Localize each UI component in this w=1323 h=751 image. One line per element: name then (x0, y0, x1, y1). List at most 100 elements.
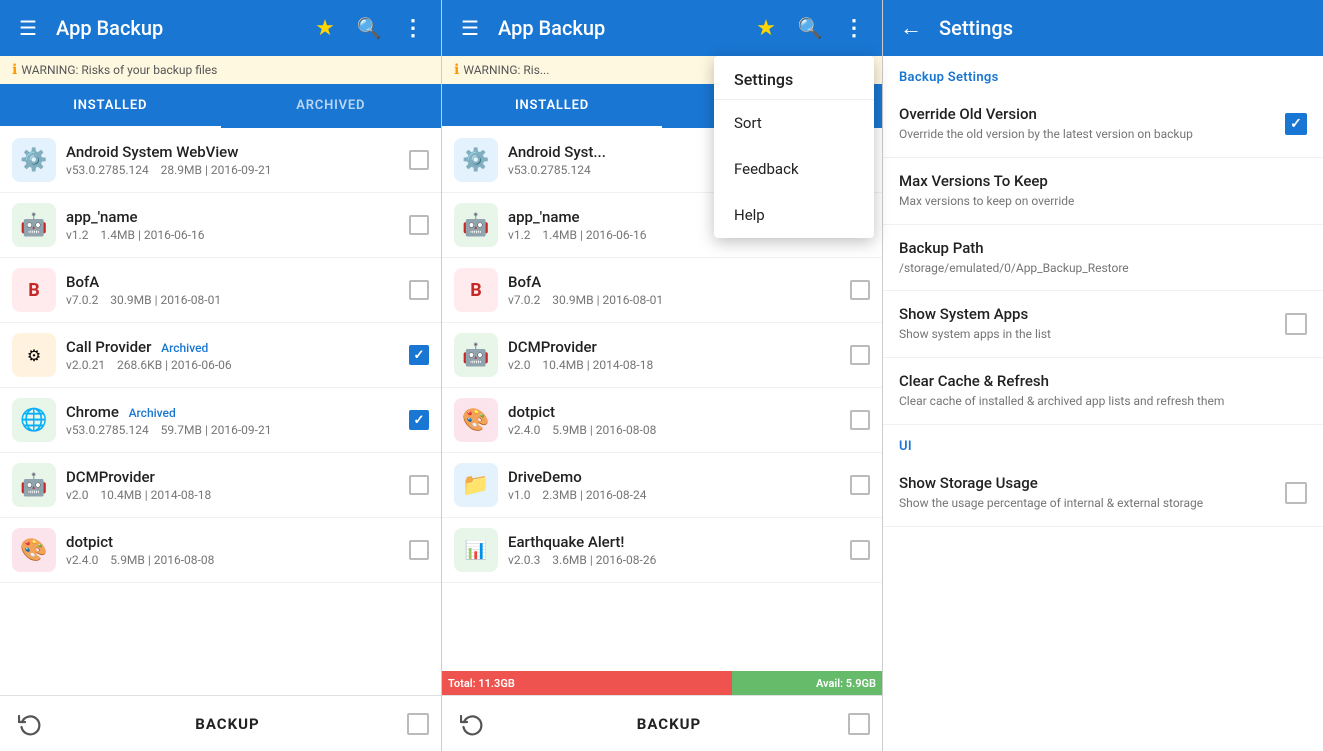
app-info: Earthquake Alert! v2.0.3 3.6MB | 2016-08… (508, 533, 840, 567)
search-icon-2[interactable]: 🔍 (794, 12, 826, 44)
app-name: dotpict (508, 403, 840, 421)
select-all-checkbox-2[interactable] (848, 713, 870, 735)
app-icon: 📊 (454, 528, 498, 572)
dropdown-item-sort[interactable]: Sort (714, 100, 874, 146)
menu-icon-2[interactable]: ☰ (454, 12, 486, 44)
list-item: 🤖 DCMProvider v2.0 10.4MB | 2014-08-18 (442, 323, 882, 388)
app-checkbox[interactable] (850, 475, 870, 495)
app-checkbox[interactable] (850, 345, 870, 365)
settings-item-text: Override Old Version Override the old ve… (899, 105, 1273, 143)
more-icon[interactable]: ⋮ (397, 12, 429, 44)
dropdown-menu: Settings Sort Feedback Help (714, 56, 874, 238)
app-info: DCMProvider v2.0 10.4MB | 2014-08-18 (508, 338, 840, 372)
app-checkbox[interactable] (409, 410, 429, 430)
systemapps-checkbox[interactable] (1285, 313, 1307, 335)
app-icon: B (12, 268, 56, 312)
app-meta: v2.4.0 5.9MB | 2016-08-08 (66, 553, 399, 567)
search-icon[interactable]: 🔍 (353, 12, 385, 44)
app-badge: Archived (129, 406, 176, 420)
list-item: B BofA v7.0.2 30.9MB | 2016-08-01 (442, 258, 882, 323)
app-name: Call Provider Archived (66, 338, 399, 356)
panel-app-list-with-menu: ☰ App Backup ★ 🔍 ⋮ ℹ WARNING: Ris... INS… (441, 0, 882, 751)
settings-item-title: Backup Path (899, 239, 1307, 257)
app-info: Chrome Archived v53.0.2785.124 59.7MB | … (66, 403, 399, 437)
settings-item-clearcache[interactable]: Clear Cache & Refresh Clear cache of ins… (883, 358, 1323, 425)
app-icon: 🎨 (454, 398, 498, 442)
more-icon-2[interactable]: ⋮ (838, 12, 870, 44)
app-meta: v1.2 1.4MB | 2016-06-16 (66, 228, 399, 242)
star-icon-2[interactable]: ★ (750, 12, 782, 44)
app-checkbox[interactable] (409, 475, 429, 495)
warning-icon-2: ℹ (454, 62, 459, 78)
app-meta: v7.0.2 30.9MB | 2016-08-01 (66, 293, 399, 307)
settings-item-maxversions: Max Versions To Keep Max versions to kee… (883, 158, 1323, 225)
dropdown-item-help[interactable]: Help (714, 192, 874, 238)
app-checkbox[interactable] (409, 540, 429, 560)
app-info: app_'name v1.2 1.4MB | 2016-06-16 (66, 208, 399, 242)
menu-icon[interactable]: ☰ (12, 12, 44, 44)
tabs: INSTALLED ARCHIVED (0, 84, 441, 128)
settings-item-title: Clear Cache & Refresh (899, 372, 1307, 390)
app-meta: v2.0.3 3.6MB | 2016-08-26 (508, 553, 840, 567)
override-checkbox[interactable] (1285, 113, 1307, 135)
warning-icon: ℹ (12, 62, 17, 78)
app-name: DCMProvider (508, 338, 840, 356)
settings-item-override: Override Old Version Override the old ve… (883, 91, 1323, 158)
settings-item-text: Clear Cache & Refresh Clear cache of ins… (899, 372, 1307, 410)
storageusage-checkbox[interactable] (1285, 482, 1307, 504)
topbar-2: ☰ App Backup ★ 🔍 ⋮ (442, 0, 882, 56)
settings-item-text: Show Storage Usage Show the usage percen… (899, 474, 1273, 512)
app-checkbox[interactable] (850, 410, 870, 430)
settings-item-title: Override Old Version (899, 105, 1273, 123)
app-icon: 🤖 (454, 203, 498, 247)
app-icon: 🤖 (12, 203, 56, 247)
settings-item-desc: Show system apps in the list (899, 326, 1273, 343)
app-checkbox[interactable] (409, 150, 429, 170)
app-meta: v2.0.21 268.6KB | 2016-06-06 (66, 358, 399, 372)
app-checkbox[interactable] (850, 280, 870, 300)
storage-used-label: Total: 11.3GB (442, 671, 732, 695)
app-meta: v53.0.2785.124 59.7MB | 2016-09-21 (66, 423, 399, 437)
bottom-bar-2: BACKUP (442, 695, 882, 751)
app-meta: v1.0 2.3MB | 2016-08-24 (508, 488, 840, 502)
refresh-button-2[interactable] (454, 706, 490, 742)
app-name: DriveDemo (508, 468, 840, 486)
settings-item-storageusage: Show Storage Usage Show the usage percen… (883, 460, 1323, 527)
app-name: dotpict (66, 533, 399, 551)
warning-text-2: WARNING: Ris... (463, 63, 549, 77)
tab-installed-2[interactable]: INSTALLED (442, 84, 662, 128)
app-info: DriveDemo v1.0 2.3MB | 2016-08-24 (508, 468, 840, 502)
refresh-button[interactable] (12, 706, 48, 742)
select-all-checkbox[interactable] (407, 713, 429, 735)
settings-topbar: ← Settings (883, 0, 1323, 56)
app-name: Android System WebView (66, 143, 399, 161)
warning-bar: ℹ WARNING: Risks of your backup files (0, 56, 441, 84)
backup-button[interactable]: BACKUP (56, 706, 399, 742)
app-name: BofA (508, 273, 840, 291)
settings-item-text: Backup Path /storage/emulated/0/App_Back… (899, 239, 1307, 277)
settings-item-path: /storage/emulated/0/App_Backup_Restore (899, 260, 1307, 277)
star-icon[interactable]: ★ (309, 12, 341, 44)
dropdown-item-feedback[interactable]: Feedback (714, 146, 874, 192)
backup-button-2[interactable]: BACKUP (498, 706, 840, 742)
app-checkbox[interactable] (850, 540, 870, 560)
tab-installed[interactable]: INSTALLED (0, 84, 221, 128)
app-checkbox[interactable] (409, 280, 429, 300)
app-icon: 🤖 (12, 463, 56, 507)
app-checkbox[interactable] (409, 345, 429, 365)
warning-text: WARNING: Risks of your backup files (21, 63, 217, 77)
app-info: BofA v7.0.2 30.9MB | 2016-08-01 (508, 273, 840, 307)
settings-item-backuppath: Backup Path /storage/emulated/0/App_Back… (883, 225, 1323, 292)
app-info: BofA v7.0.2 30.9MB | 2016-08-01 (66, 273, 399, 307)
back-button[interactable]: ← (895, 12, 927, 44)
app-info: Android System WebView v53.0.2785.124 28… (66, 143, 399, 177)
app-icon: 🤖 (454, 333, 498, 377)
list-item: 📊 Earthquake Alert! v2.0.3 3.6MB | 2016-… (442, 518, 882, 583)
settings-item-title: Show System Apps (899, 305, 1273, 323)
app-info: Call Provider Archived v2.0.21 268.6KB |… (66, 338, 399, 372)
app-checkbox[interactable] (409, 215, 429, 235)
tab-archived[interactable]: ARCHIVED (221, 84, 442, 128)
settings-item-text: Show System Apps Show system apps in the… (899, 305, 1273, 343)
list-item: 📁 DriveDemo v1.0 2.3MB | 2016-08-24 (442, 453, 882, 518)
app-icon: 📁 (454, 463, 498, 507)
